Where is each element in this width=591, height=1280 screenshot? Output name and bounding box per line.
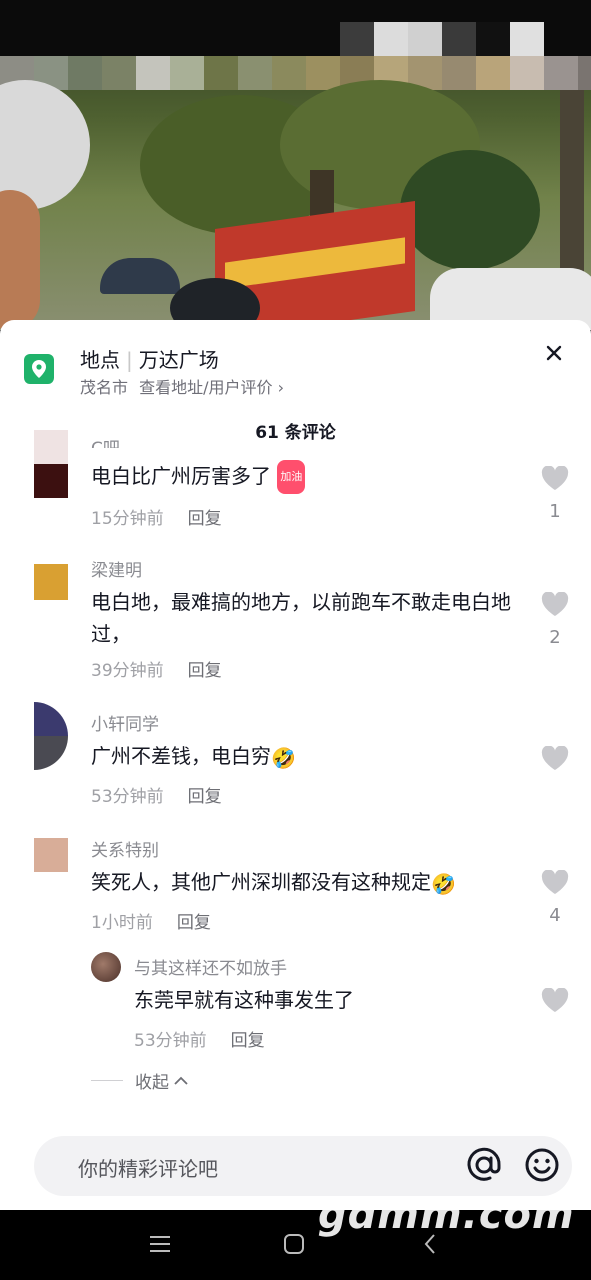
divider [91,1080,123,1081]
comment-text: 广州不差钱，电白穷🤣 [91,740,521,774]
heart-icon[interactable] [541,466,569,491]
watermark-logo: gdmm.com [318,1192,575,1238]
comment-text-content: 广州不差钱，电白穷 [91,744,271,768]
location-label: 地点 [80,348,120,372]
comment-text: 电白比广州厉害多了 加油 [91,460,521,494]
heart-icon[interactable] [541,870,569,895]
comment-sheet: 地点|万达广场 茂名市 查看地址/用户评价 › 61 条评论 C吧 电白比广州厉… [0,320,591,1210]
comment-meta: 1小时前 回复 [91,908,211,933]
comment-username[interactable]: 小轩同学 [91,710,159,735]
comment-username[interactable]: 梁建明 [91,556,142,581]
close-icon[interactable] [541,340,567,366]
comment-time: 53分钟前 [91,787,164,807]
comment-meta: 15分钟前 回复 [91,504,222,529]
comment-username[interactable]: 关系特别 [91,836,159,861]
comment-text: 电白地，最难搞的地方，以前跑车不敢走电白地过， [91,590,511,646]
mosaic-blur-2 [0,56,591,90]
comment-input-placeholder[interactable]: 你的精彩评论吧 [78,1153,218,1182]
mosaic-blur [340,22,544,56]
location-subtitle[interactable]: 茂名市 查看地址/用户评价 › [80,374,284,398]
like-button[interactable]: 4 [540,870,570,926]
like-count: 2 [549,627,561,648]
like-button[interactable]: 1 [540,466,570,522]
collapse-replies-button[interactable]: 收起 [91,1068,189,1093]
location-pin-icon [24,354,54,384]
reply-time: 53分钟前 [134,1031,207,1051]
comment-meta: 53分钟前 回复 [91,782,222,807]
comment-count: 61 条评论 [255,423,336,443]
comment-text-content: 电白比广州厉害多了 [91,464,271,488]
chevron-right-icon: › [277,378,285,397]
reply-button[interactable]: 回复 [188,661,222,681]
location-name: 万达广场 [138,348,219,372]
comment-time: 15分钟前 [91,509,164,529]
avatar[interactable] [34,838,68,872]
location-city: 茂名市 [80,378,129,397]
emoji-icon[interactable] [524,1147,560,1183]
comment-time: 39分钟前 [91,661,164,681]
video-background[interactable] [0,0,591,330]
avatar[interactable] [34,430,68,498]
tree [400,150,540,270]
comment-time: 1小时前 [91,913,153,933]
like-button[interactable] [540,988,570,1013]
location-link[interactable]: 查看地址/用户评价 [139,378,272,397]
person-face [0,190,40,330]
reply-button[interactable]: 回复 [231,1031,265,1051]
guard-cap [100,258,180,294]
like-count: 4 [549,905,561,926]
laughing-emoji-icon: 🤣 [271,746,296,770]
like-button[interactable]: 2 [540,592,570,648]
laughing-emoji-icon: 🤣 [431,872,456,896]
comment-meta: 39分钟前 回复 [91,656,222,681]
heart-icon[interactable] [541,746,569,771]
comment-username[interactable]: C吧 [91,434,120,448]
reply-text: 东莞早就有这种事发生了 [134,988,354,1012]
like-button[interactable] [540,746,570,771]
avatar[interactable] [34,702,68,770]
location-separator: | [126,348,133,372]
heart-icon[interactable] [541,988,569,1013]
home-icon[interactable] [280,1230,308,1258]
chevron-up-icon [174,1076,188,1085]
reply-button[interactable]: 回复 [188,787,222,807]
reply-button[interactable]: 回复 [188,509,222,529]
comment-text-content: 笑死人，其他广州深圳都没有这种规定 [91,870,431,894]
avatar[interactable] [34,564,68,600]
reply-username[interactable]: 与其这样还不如放手 [134,954,287,979]
avatar[interactable] [91,952,121,982]
location-title: 地点 | 万达广场 [80,344,219,373]
location-row[interactable]: 地点 | 万达广场 茂名市 查看地址/用户评价 › [0,320,591,410]
at-icon[interactable] [466,1147,502,1183]
collapse-label: 收起 [135,1073,169,1093]
comment-text: 笑死人，其他广州深圳都没有这种规定🤣 [91,866,521,900]
reply-button[interactable]: 回复 [177,913,211,933]
menu-icon[interactable] [146,1230,174,1258]
like-count: 1 [549,501,561,522]
heart-icon[interactable] [541,592,569,617]
reply-meta: 53分钟前 回复 [134,1026,265,1051]
comment-input[interactable]: 你的精彩评论吧 [34,1136,572,1196]
sticker-badge: 加油 [277,460,306,494]
